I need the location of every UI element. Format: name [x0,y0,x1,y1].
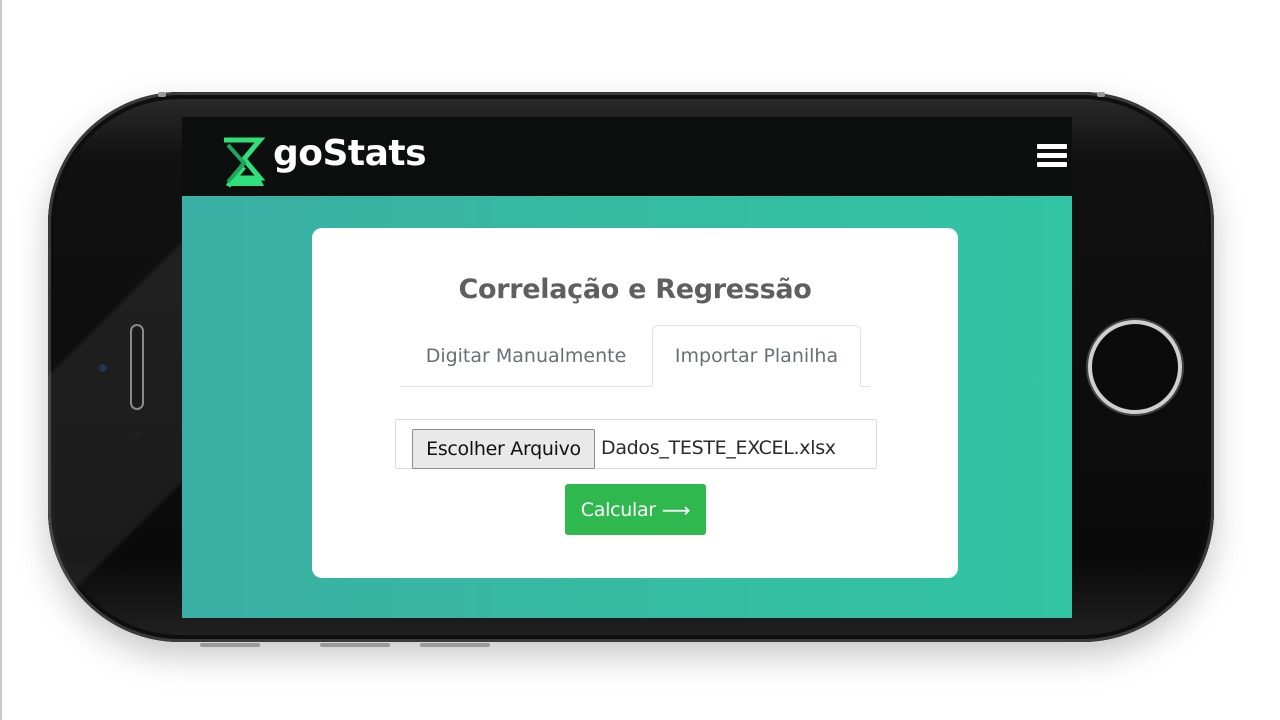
hamburger-menu-icon[interactable] [1037,144,1067,168]
form-card: Correlação e Regressão Digitar Manualmen… [312,228,958,578]
selected-file-name: Dados_TESTE_EXCEL.xlsx [601,437,836,459]
phone-sensor [134,432,140,438]
phone-volume-button [200,643,260,647]
tab-import-spreadsheet[interactable]: Importar Planilha [652,325,861,387]
app-screen: goStats Correlação e Regressão Digitar M… [182,117,1072,618]
calculate-button[interactable]: Calcular ⟶ [565,484,706,535]
tab-bar: Digitar Manualmente Importar Planilha [400,325,870,387]
page-title: Correlação e Regressão [458,274,812,305]
main-content: Correlação e Regressão Digitar Manualmen… [182,196,1072,618]
phone-side-button [1097,92,1105,97]
arrow-right-icon: ⟶ [661,497,691,522]
phone-home-button[interactable] [1088,320,1182,414]
phone-camera [99,364,107,372]
phone-side-button [158,92,166,97]
file-input[interactable]: Escolher Arquivo Dados_TESTE_EXCEL.xlsx [395,419,877,469]
hourglass-icon [224,137,266,188]
choose-file-button[interactable]: Escolher Arquivo [412,429,595,469]
tab-manual-entry[interactable]: Digitar Manualmente [400,325,652,387]
phone-volume-button [420,643,490,647]
phone-speaker [130,324,144,410]
calculate-button-label: Calcular [580,498,656,521]
page-left-border [0,0,2,720]
phone-volume-button [320,643,390,647]
navbar: goStats [182,117,1072,196]
brand-name[interactable]: goStats [273,133,427,174]
